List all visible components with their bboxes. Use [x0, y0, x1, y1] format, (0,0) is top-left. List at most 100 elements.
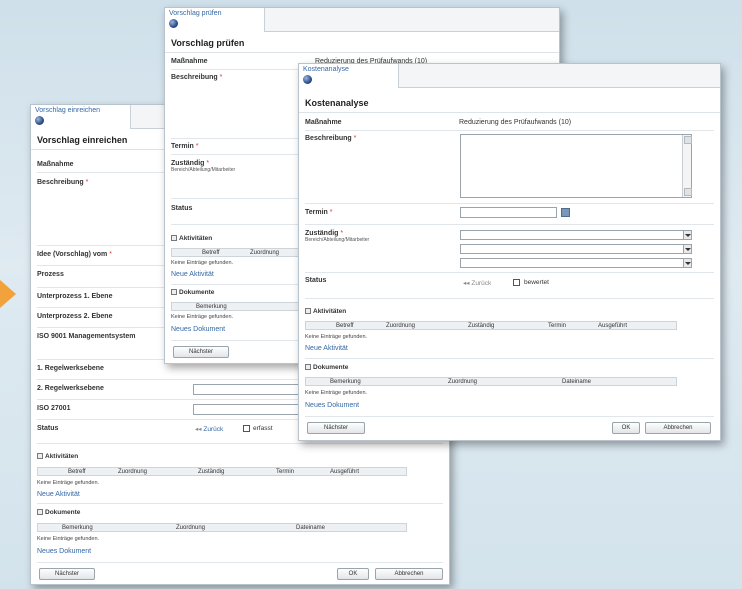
status-checkbox[interactable]: [243, 425, 250, 432]
scrollbar[interactable]: [682, 135, 692, 197]
column-header[interactable]: Ausgeführt: [330, 469, 359, 475]
tab-kostenanalyse[interactable]: Kostenanalyse: [299, 64, 399, 88]
regelwerk-2-input[interactable]: [193, 384, 313, 395]
massnahme-value: Reduzierung des Prüfaufwands (10): [459, 119, 572, 126]
divider: [305, 416, 714, 417]
ok-button[interactable]: OK: [337, 568, 369, 580]
column-header[interactable]: Bemerkung: [196, 304, 227, 310]
window-title: Kostenanalyse: [299, 92, 720, 113]
window-title: Vorschlag prüfen: [165, 32, 559, 53]
new-activity-link[interactable]: Neue Aktivität: [171, 271, 214, 278]
tab-bar: Vorschlag prüfen: [165, 8, 559, 32]
divider: [305, 203, 714, 204]
section-aktivitaeten[interactable]: Aktivitäten: [305, 308, 714, 315]
double-arrow-left-icon: ◂◂: [463, 280, 470, 287]
section-dokumente[interactable]: Dokumente: [305, 364, 714, 371]
column-header[interactable]: Ausgeführt: [598, 323, 627, 329]
ok-button[interactable]: OK: [612, 422, 640, 434]
tab-bar: Kostenanalyse: [299, 64, 720, 88]
cancel-button[interactable]: Abbrechen: [375, 568, 443, 580]
window-kostenanalyse: Kostenanalyse Kostenanalyse Maßnahme Red…: [298, 63, 721, 441]
column-header[interactable]: Zuordnung: [386, 323, 415, 329]
orange-arrow-indicator: [0, 280, 16, 308]
column-header[interactable]: Zuordnung: [118, 469, 147, 475]
divider: [37, 503, 443, 504]
mitarbeiter-select[interactable]: [460, 258, 692, 268]
bereich-select[interactable]: [460, 230, 692, 240]
tab-vorschlag-einreichen[interactable]: Vorschlag einreichen: [31, 105, 131, 129]
termin-input[interactable]: [460, 207, 557, 218]
column-header[interactable]: Zuständig: [198, 469, 224, 475]
tab-label: Kostenanalyse: [303, 66, 349, 73]
column-header[interactable]: Termin: [548, 323, 566, 329]
new-document-link[interactable]: Neues Dokument: [37, 548, 91, 555]
divider: [305, 224, 714, 225]
tab-label: Vorschlag einreichen: [35, 107, 100, 114]
column-header[interactable]: Bemerkung: [330, 379, 361, 385]
beschreibung-textarea[interactable]: [460, 134, 692, 198]
globe-icon: [169, 19, 178, 28]
column-header[interactable]: Zuordnung: [250, 250, 279, 256]
section-aktivitaeten[interactable]: Aktivitäten: [37, 453, 443, 460]
column-header[interactable]: Dateiname: [296, 525, 325, 531]
collapse-icon: [305, 364, 311, 371]
abteilung-select[interactable]: [460, 244, 692, 254]
empty-message: Keine Einträge gefunden.: [37, 480, 100, 486]
globe-icon: [303, 75, 312, 84]
iso27001-input[interactable]: [193, 404, 313, 415]
section-dokumente[interactable]: Dokumente: [37, 509, 443, 516]
divider: [37, 443, 443, 444]
next-button[interactable]: Nächster: [307, 422, 365, 434]
divider: [305, 358, 714, 359]
new-activity-link[interactable]: Neue Aktivität: [305, 345, 348, 352]
aktivitaeten-table-header: Betreff Zuordnung: [171, 248, 301, 257]
new-document-link[interactable]: Neues Dokument: [305, 402, 359, 409]
status-back-link[interactable]: ◂◂ Zurück: [195, 425, 223, 433]
divider: [37, 562, 443, 563]
column-header[interactable]: Bemerkung: [62, 525, 93, 531]
empty-message: Keine Einträge gefunden.: [305, 390, 368, 396]
empty-message: Keine Einträge gefunden.: [171, 314, 234, 320]
collapse-icon: [171, 235, 177, 242]
column-header[interactable]: Betreff: [68, 469, 86, 475]
column-header[interactable]: Zuständig: [468, 323, 494, 329]
empty-message: Keine Einträge gefunden.: [37, 536, 100, 542]
collapse-icon: [37, 509, 43, 516]
label-status: Status: [305, 277, 327, 284]
new-document-link[interactable]: Neues Dokument: [171, 326, 225, 333]
dokumente-table-header: Bemerkung Zuordnung Dateiname: [305, 377, 677, 386]
divider: [305, 298, 714, 299]
chevron-down-icon: [683, 245, 691, 253]
tab-vorschlag-pruefen[interactable]: Vorschlag prüfen: [165, 8, 265, 32]
column-header[interactable]: Zuordnung: [448, 379, 477, 385]
empty-message: Keine Einträge gefunden.: [171, 260, 234, 266]
next-button[interactable]: Nächster: [173, 346, 229, 358]
aktivitaeten-table-header: Betreff Zuordnung Zuständig Termin Ausge…: [305, 321, 677, 330]
status-checkbox[interactable]: [513, 279, 520, 286]
divider: [305, 272, 714, 273]
chevron-down-icon: [683, 259, 691, 267]
next-button[interactable]: Nächster: [39, 568, 95, 580]
status-checkbox-label: bewertet: [524, 279, 549, 286]
tab-label: Vorschlag prüfen: [169, 10, 222, 17]
dokumente-table-header: Bemerkung: [171, 302, 301, 311]
empty-message: Keine Einträge gefunden.: [305, 334, 368, 340]
column-header[interactable]: Betreff: [336, 323, 354, 329]
column-header[interactable]: Termin: [276, 469, 294, 475]
aktivitaeten-table-header: Betreff Zuordnung Zuständig Termin Ausge…: [37, 467, 407, 476]
new-activity-link[interactable]: Neue Aktivität: [37, 491, 80, 498]
collapse-icon: [305, 308, 311, 315]
collapse-icon: [37, 453, 43, 460]
cancel-button[interactable]: Abbrechen: [645, 422, 711, 434]
status-checkbox-label: erfasst: [253, 425, 273, 432]
globe-icon: [35, 116, 44, 125]
collapse-icon: [171, 289, 177, 296]
calendar-icon[interactable]: [561, 208, 570, 217]
column-header[interactable]: Betreff: [202, 250, 220, 256]
divider: [305, 130, 714, 131]
double-arrow-left-icon: ◂◂: [195, 426, 202, 433]
status-back-link[interactable]: ◂◂ Zurück: [463, 279, 491, 287]
column-header[interactable]: Dateiname: [562, 379, 591, 385]
chevron-down-icon: [683, 231, 691, 239]
column-header[interactable]: Zuordnung: [176, 525, 205, 531]
